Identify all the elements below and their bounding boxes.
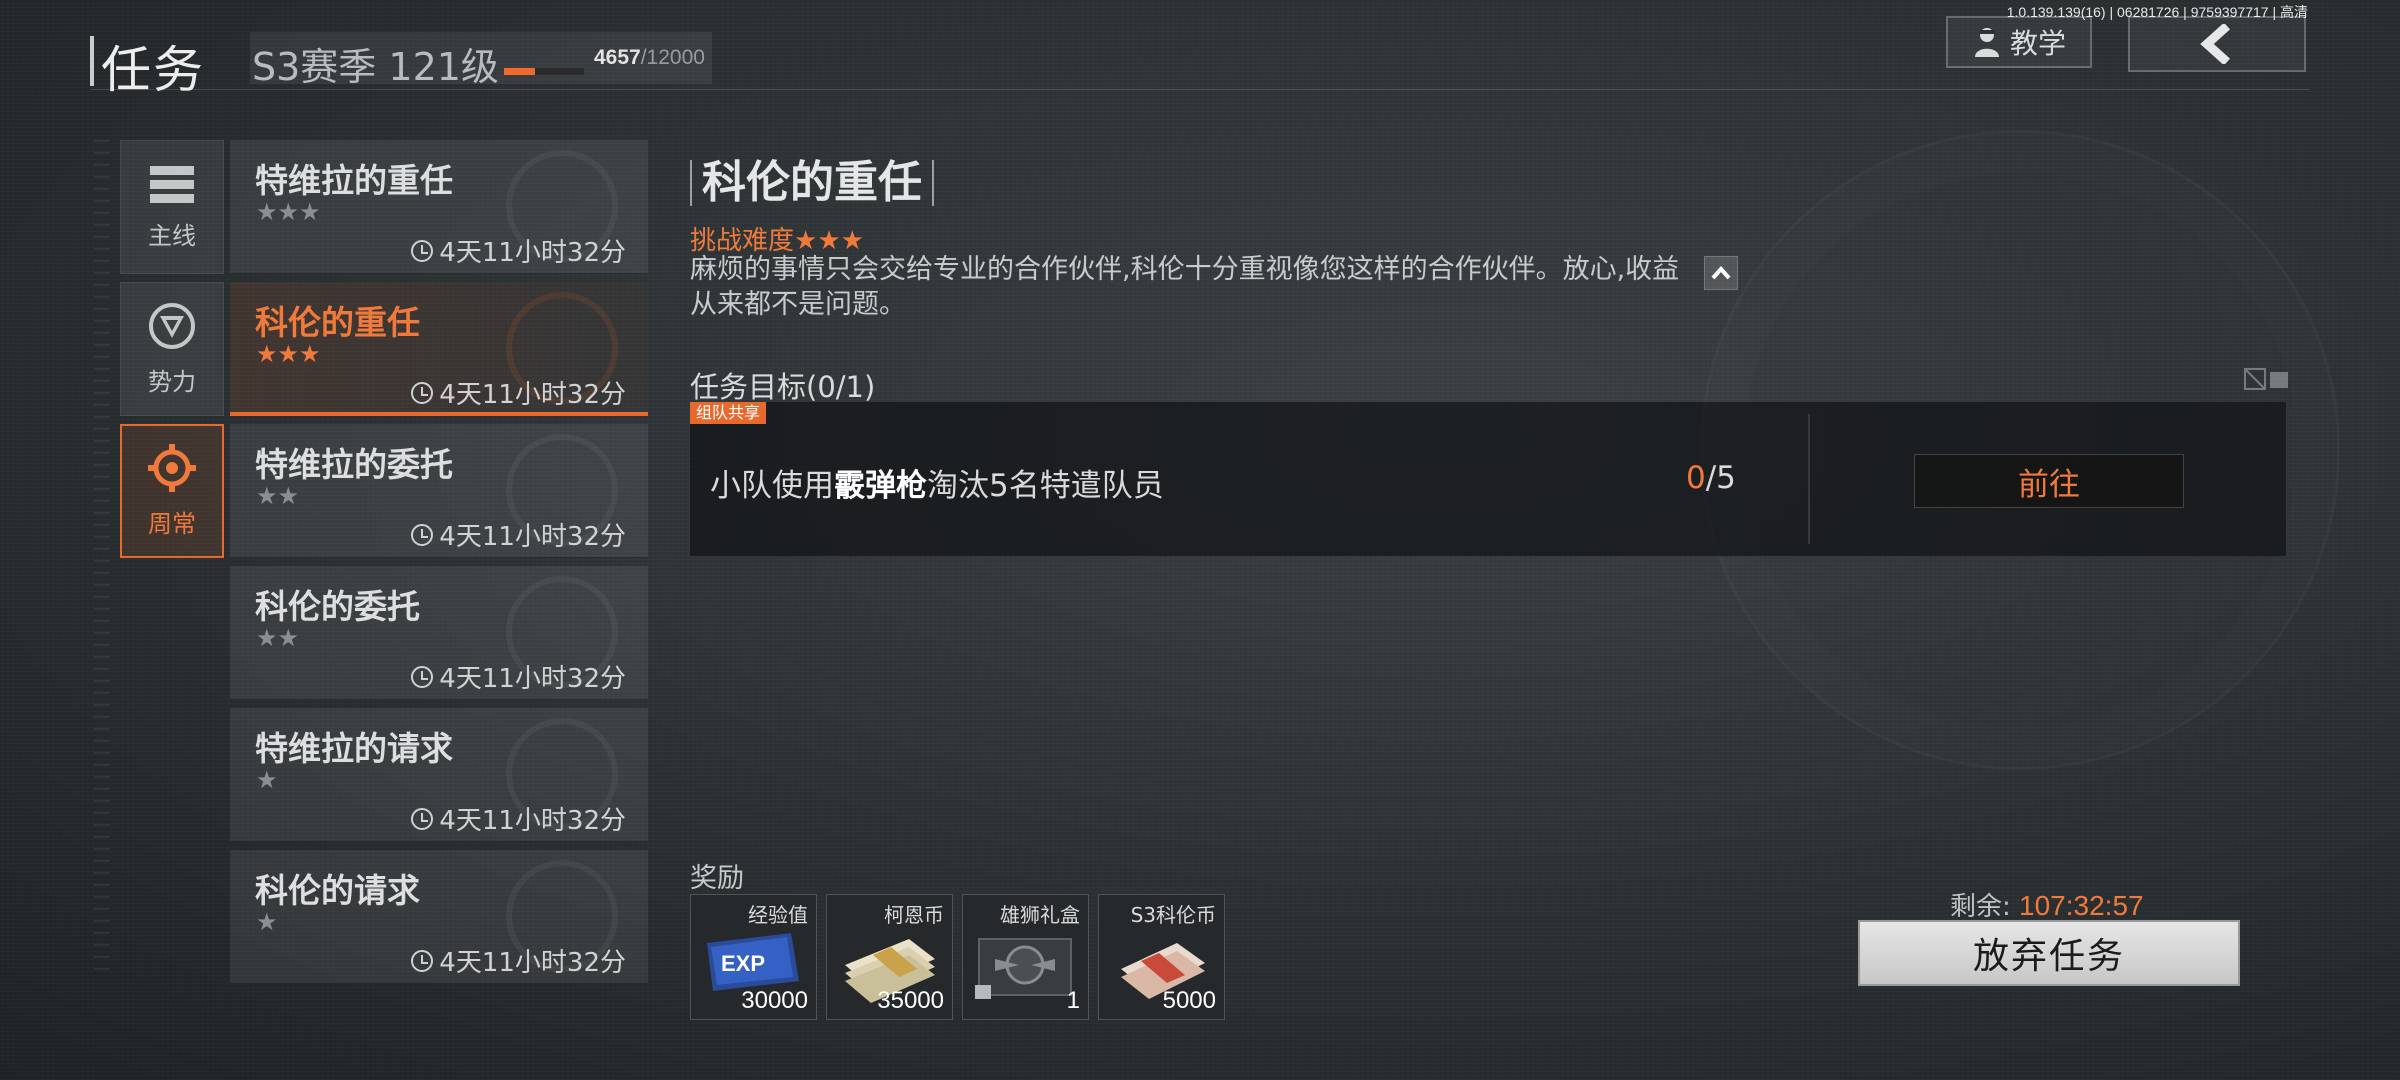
season-level-value: 121级 xyxy=(388,45,499,89)
reward-value: 30000 xyxy=(741,987,808,1014)
exp-card-icon: EXP xyxy=(707,933,799,991)
mission-name: 特维拉的请求 xyxy=(255,729,453,768)
time-remaining-value: 107:32:57 xyxy=(2019,890,2144,921)
objective-prefix: 小队使用 xyxy=(710,468,834,504)
mission-name: 特维拉的重任 xyxy=(255,161,453,200)
mission-name: 科伦的委托 xyxy=(255,587,420,626)
reward-item[interactable]: 柯恩币 35000 xyxy=(826,894,953,1020)
clock-icon xyxy=(411,381,434,404)
reward-item[interactable]: EXP 经验值 30000 xyxy=(690,894,817,1020)
tutorial-label: 教学 xyxy=(2009,27,2066,60)
clock-icon xyxy=(411,807,434,830)
mission-name: 科伦的请求 xyxy=(255,871,420,910)
tab-weekly[interactable]: 周常 xyxy=(120,424,224,558)
title-accent-bar xyxy=(90,36,94,86)
chevron-up-icon xyxy=(1711,266,1731,280)
tab-faction-label: 势力 xyxy=(148,367,196,396)
mission-timer: 4天11小时32分 xyxy=(411,374,626,411)
reward-value: 5000 xyxy=(1162,987,1216,1014)
mission-timer-text: 4天11小时32分 xyxy=(439,238,626,268)
rewards-header: 奖励 xyxy=(690,863,744,894)
gift-box-icon xyxy=(975,938,1072,999)
reward-item[interactable]: 雄狮礼盒 1 xyxy=(962,894,1089,1020)
objective-progress-total: /5 xyxy=(1705,460,1736,496)
abandon-mission-button[interactable]: 放弃任务 xyxy=(1858,920,2240,986)
mission-item[interactable]: 特维拉的重任 ★★★ 4天11小时32分 xyxy=(230,140,648,274)
go-button[interactable]: 前往 xyxy=(1914,454,2184,508)
page-title: 任务 xyxy=(101,41,205,99)
mission-stars: ★★ xyxy=(256,482,300,510)
mission-item[interactable]: 科伦的请求 ★ 4天11小时32分 xyxy=(230,850,648,984)
objective-divider xyxy=(1808,414,1810,544)
season-exp-text: 4657/12000 xyxy=(594,46,705,70)
list-icon xyxy=(150,165,194,203)
season-level: S3赛季 121级 xyxy=(252,36,499,91)
season-exp-max: /12000 xyxy=(640,46,705,69)
mission-timer: 4天11小时32分 xyxy=(411,942,626,979)
svg-text:EXP: EXP xyxy=(721,951,765,976)
mission-stars: ★ xyxy=(256,908,278,936)
objective-progress: 0/5 xyxy=(1686,460,1736,496)
objective-header: 任务目标(0/1) xyxy=(690,370,876,404)
objective-suffix: 淘汰5名特遣队员 xyxy=(927,468,1164,504)
season-name: S3赛季 xyxy=(252,45,377,89)
tab-faction[interactable]: 势力 xyxy=(120,282,224,416)
clock-icon xyxy=(411,239,434,262)
reward-value: 1 xyxy=(1066,987,1080,1014)
mission-detail-title: 科伦的重任 xyxy=(690,160,934,206)
team-share-badge: 组队共享 xyxy=(690,402,767,424)
reward-name: 经验值 xyxy=(748,903,808,927)
mission-stars: ★★★ xyxy=(256,340,321,368)
faction-icon xyxy=(149,302,195,349)
mission-timer: 4天11小时32分 xyxy=(411,658,626,695)
side-decoration xyxy=(94,140,110,980)
objective-text: 小队使用霰弹枪淘汰5名特遣队员 xyxy=(710,460,1164,505)
mission-name: 特维拉的委托 xyxy=(255,445,453,484)
season-exp-bar xyxy=(504,68,584,75)
time-remaining: 剩余: 107:32:57 xyxy=(1950,886,2144,923)
clock-icon xyxy=(411,949,434,972)
tutorial-button[interactable]: 教学 xyxy=(1946,16,2092,68)
time-remaining-label: 剩余: xyxy=(1950,892,2011,922)
reward-item[interactable]: S3科伦币 5000 xyxy=(1098,894,1225,1020)
mission-timer-text: 4天11小时32分 xyxy=(439,806,626,836)
reward-value: 35000 xyxy=(877,987,944,1014)
clock-icon xyxy=(411,523,434,546)
mission-stars: ★★★ xyxy=(256,198,321,226)
mission-item[interactable]: 科伦的委托 ★★ 4天11小时32分 xyxy=(230,566,648,700)
collapse-button[interactable] xyxy=(1704,256,1738,290)
clock-icon xyxy=(411,665,434,688)
season-exp-fill xyxy=(504,68,536,75)
mission-timer: 4天11小时32分 xyxy=(411,800,626,837)
mission-item[interactable]: 特维拉的委托 ★★ 4天11小时32分 xyxy=(230,424,648,558)
season-exp-current: 4657 xyxy=(594,46,641,69)
mission-timer-text: 4天11小时32分 xyxy=(439,948,626,978)
back-arrow-icon xyxy=(2200,24,2231,64)
objective-weapon: 霰弹枪 xyxy=(834,468,927,504)
mission-description: 麻烦的事情只会交给专业的合作伙伴,科伦十分重视像您这样的合作伙伴。放心,收益从来… xyxy=(690,254,1680,320)
instructor-icon xyxy=(1974,28,1999,57)
reward-name: 雄狮礼盒 xyxy=(1000,903,1080,927)
back-button[interactable] xyxy=(2128,16,2306,72)
mission-item-selected[interactable]: 科伦的重任 ★★★ 4天11小时32分 xyxy=(230,282,648,416)
crosshair-icon xyxy=(148,443,196,492)
mission-stars: ★★ xyxy=(256,624,300,652)
mission-timer-text: 4天11小时32分 xyxy=(439,664,626,694)
header-divider xyxy=(90,89,2310,90)
mission-stars: ★ xyxy=(256,766,278,794)
mission-item[interactable]: 特维拉的请求 ★ 4天11小时32分 xyxy=(230,708,648,842)
mission-timer: 4天11小时32分 xyxy=(411,232,626,269)
tab-weekly-label: 周常 xyxy=(148,509,196,538)
reward-name: S3科伦币 xyxy=(1130,903,1216,927)
mission-timer: 4天11小时32分 xyxy=(411,516,626,553)
share-corner-icon xyxy=(2244,368,2288,390)
mission-timer-text: 4天11小时32分 xyxy=(439,380,626,410)
reward-name: 柯恩币 xyxy=(884,903,944,927)
mission-timer-text: 4天11小时32分 xyxy=(439,522,626,552)
tab-main-line[interactable]: 主线 xyxy=(120,140,224,274)
mission-name: 科伦的重任 xyxy=(255,303,420,342)
objective-progress-current: 0 xyxy=(1686,460,1706,496)
tab-main-line-label: 主线 xyxy=(148,221,196,250)
